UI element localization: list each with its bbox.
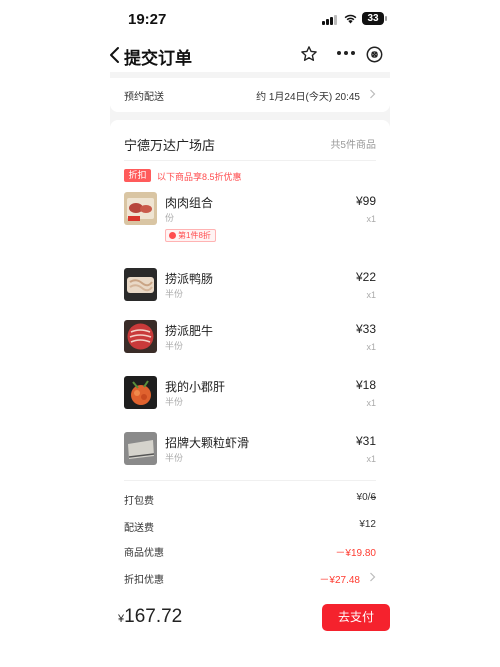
item-spec: 半份 [165,453,184,463]
product-image [124,192,157,225]
divider [124,480,376,481]
item-name: 捞派鸭肠 [165,272,214,286]
item-price: ¥22 [355,270,376,284]
promo-text: 以下商品享8.5折优惠 [157,172,242,182]
fee-label: 商品优惠 [124,548,164,559]
fee-label: 折扣优惠 [124,575,164,586]
more-icon[interactable] [337,51,355,57]
item-spec: 半份 [165,289,184,299]
list-item: 捞派鸭肠 半份 ¥22 x1 [124,268,376,318]
product-discount-value: －¥19.80 [335,548,376,559]
delivery-time-value: 约 1月24日(今天) 20:45 [256,92,360,103]
item-name: 捞派肥牛 [165,324,214,338]
delivery-label: 预约配送 [124,92,164,103]
packing-fee-value: ¥0/6 [357,492,376,503]
packing-fee-original: 6 [370,492,376,503]
badge-text: 第1件8折 [178,231,211,240]
product-image [124,432,157,465]
item-price: ¥18 [355,378,376,392]
total-amount: 167.72 [124,606,183,627]
packing-fee-amount: ¥0/ [356,492,371,503]
order-card: 宁德万达广场店 共5件商品 折扣 以下商品享8.5折优惠 肉肉组合 份 ¥99 … [110,120,390,594]
back-icon[interactable] [108,46,124,64]
discount-value: －¥27.48 [319,575,360,586]
close-circle-icon[interactable] [366,46,383,63]
item-name: 肉肉组合 [165,196,214,210]
item-spec: 份 [165,213,175,223]
total-price: ¥167.72 [118,606,182,628]
chevron-right-icon [370,572,376,582]
item-price: ¥33 [355,322,376,336]
item-name: 我的小郡肝 [165,380,226,394]
discount-badge: 第1件8折 [165,229,216,242]
divider [124,160,376,161]
product-image [124,320,157,353]
item-quantity: x1 [366,290,376,300]
nav-bar: 提交订单 [0,38,500,72]
pay-button[interactable]: 去支付 [322,604,390,631]
item-count: 共5件商品 [330,140,376,151]
item-name: 招牌大颗粒虾滑 [165,436,250,450]
status-bar: 19:27 33 [0,0,500,38]
checkout-bar: ¥167.72 去支付 [0,594,500,667]
chevron-right-icon [370,89,376,99]
item-quantity: x1 [366,342,376,352]
delivery-fee-row: 配送费 ¥12 [124,519,376,534]
fee-label: 打包费 [124,496,154,507]
fee-label: 配送费 [124,523,154,534]
battery-icon: 33 [362,12,387,25]
page-title: 提交订单 [124,49,192,68]
list-item: 招牌大颗粒虾滑 半份 ¥31 x1 [124,432,376,482]
item-quantity: x1 [366,214,376,224]
signal-icon [322,14,338,25]
delivery-fee-value: ¥12 [359,519,376,530]
product-image [124,376,157,409]
product-image [124,268,157,301]
item-quantity: x1 [366,454,376,464]
status-time: 19:27 [128,11,167,28]
delivery-time-row[interactable]: 预约配送 约 1月24日(今天) 20:45 [110,78,390,112]
wifi-icon [344,14,357,24]
coupon-icon [169,232,176,239]
list-item: 捞派肥牛 半份 ¥33 x1 [124,320,376,370]
item-spec: 半份 [165,341,184,351]
store-name: 宁德万达广场店 [124,138,216,153]
list-item: 我的小郡肝 半份 ¥18 x1 [124,376,376,426]
item-price: ¥31 [355,434,376,448]
list-item: 肉肉组合 份 ¥99 x1 第1件8折 [124,192,376,242]
item-quantity: x1 [366,398,376,408]
packing-fee-row: 打包费 ¥0/6 [124,492,376,507]
product-discount-row: 商品优惠 －¥19.80 [124,544,376,559]
item-price: ¥99 [355,194,376,208]
discount-row[interactable]: 折扣优惠 －¥27.48 [124,571,376,586]
star-icon[interactable] [300,45,318,63]
promo-tag: 折扣 [124,169,151,182]
item-spec: 半份 [165,397,184,407]
